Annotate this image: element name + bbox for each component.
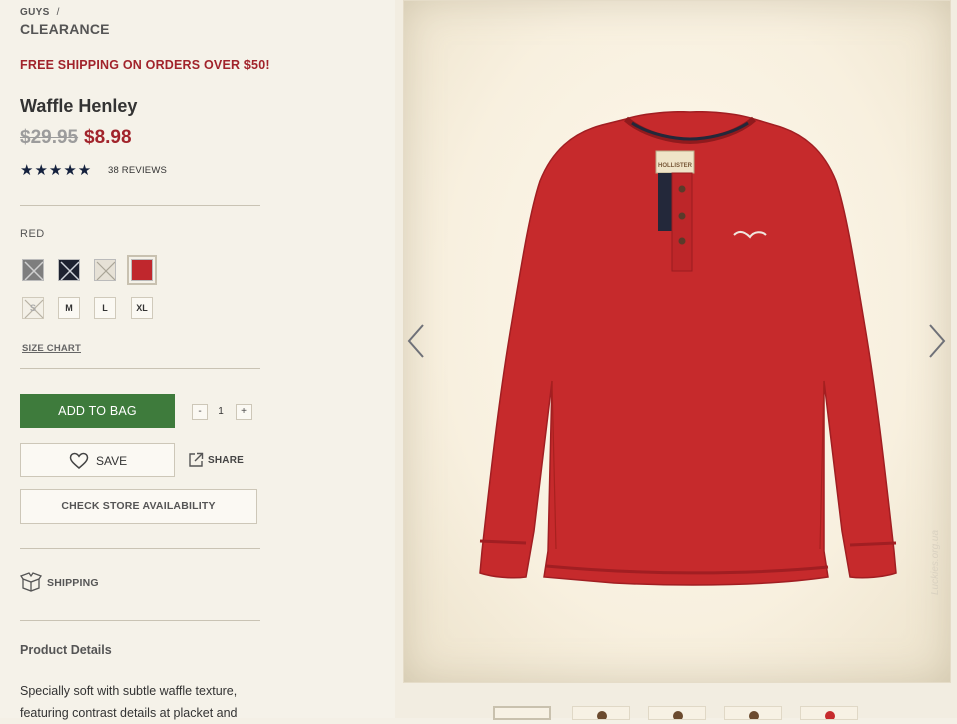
- free-shipping-banner: FREE SHIPPING ON ORDERS OVER $50!: [20, 58, 270, 72]
- save-label: SAVE: [96, 454, 128, 468]
- add-to-bag-button[interactable]: ADD TO BAG: [20, 394, 175, 428]
- unavailable-cross-icon: [96, 261, 115, 280]
- unavailable-cross-icon: [60, 261, 79, 280]
- product-image[interactable]: HOLLISTER: [403, 0, 951, 683]
- quantity-value[interactable]: 1: [214, 406, 228, 417]
- breadcrumb-guys-link[interactable]: GUYS: [20, 7, 50, 18]
- size-label: M: [65, 303, 73, 313]
- unavailable-cross-icon: [24, 261, 43, 280]
- original-price: $29.95: [20, 127, 79, 148]
- watermark: Luckies.org.ua: [930, 529, 941, 595]
- size-option-s[interactable]: S: [22, 297, 44, 319]
- sale-price: $8.98: [84, 127, 132, 148]
- reviews-link[interactable]: 38 REVIEWS: [108, 165, 167, 176]
- thumbnail-model-head: [749, 711, 759, 719]
- rating-stars[interactable]: ★★★★★: [20, 161, 92, 179]
- size-option-xl[interactable]: XL: [131, 297, 153, 319]
- product-title: Waffle Henley: [20, 96, 138, 116]
- share-icon[interactable]: [188, 452, 204, 468]
- share-link[interactable]: SHARE: [208, 455, 244, 466]
- quantity-increase-button[interactable]: +: [236, 404, 252, 420]
- thumbnail-model-head: [673, 711, 683, 719]
- henley-shirt-image: HOLLISTER: [479, 111, 897, 586]
- product-details-heading: Product Details: [20, 643, 112, 657]
- next-image-arrow-icon[interactable]: [924, 323, 948, 359]
- product-info-panel: GUYS / CLEARANCE FREE SHIPPING ON ORDERS…: [0, 0, 395, 720]
- product-details-text: Specially soft with subtle waffle textur…: [20, 684, 238, 720]
- size-chart-link[interactable]: SIZE CHART: [22, 343, 81, 354]
- selected-color-label: RED: [20, 228, 45, 240]
- breadcrumb-separator: /: [56, 7, 60, 18]
- size-label: XL: [136, 303, 148, 313]
- size-option-m[interactable]: M: [58, 297, 80, 319]
- shipping-link[interactable]: SHIPPING: [47, 577, 99, 589]
- brand-label-text: HOLLISTER: [658, 163, 693, 169]
- color-swatch-red[interactable]: [127, 255, 157, 285]
- divider: [20, 620, 260, 621]
- shipping-box-icon: [20, 572, 42, 592]
- heart-icon: [69, 452, 89, 469]
- breadcrumb: GUYS /: [20, 7, 60, 18]
- divider: [20, 548, 260, 549]
- thumbnail-model-head: [597, 711, 607, 719]
- size-option-l[interactable]: L: [94, 297, 116, 319]
- color-swatch-navy[interactable]: [58, 259, 80, 281]
- divider: [20, 368, 260, 369]
- divider: [20, 205, 260, 206]
- color-swatch-grey[interactable]: [22, 259, 44, 281]
- size-label: L: [102, 303, 108, 313]
- breadcrumb-current[interactable]: CLEARANCE: [20, 21, 110, 37]
- previous-image-arrow-icon[interactable]: [405, 323, 429, 359]
- check-store-availability-button[interactable]: CHECK STORE AVAILABILITY: [20, 489, 257, 524]
- color-swatch-cream[interactable]: [94, 259, 116, 281]
- save-button[interactable]: SAVE: [20, 443, 175, 477]
- thumbnail-red-shirt: [825, 711, 835, 719]
- quantity-decrease-button[interactable]: -: [192, 404, 208, 420]
- size-label: S: [29, 303, 36, 313]
